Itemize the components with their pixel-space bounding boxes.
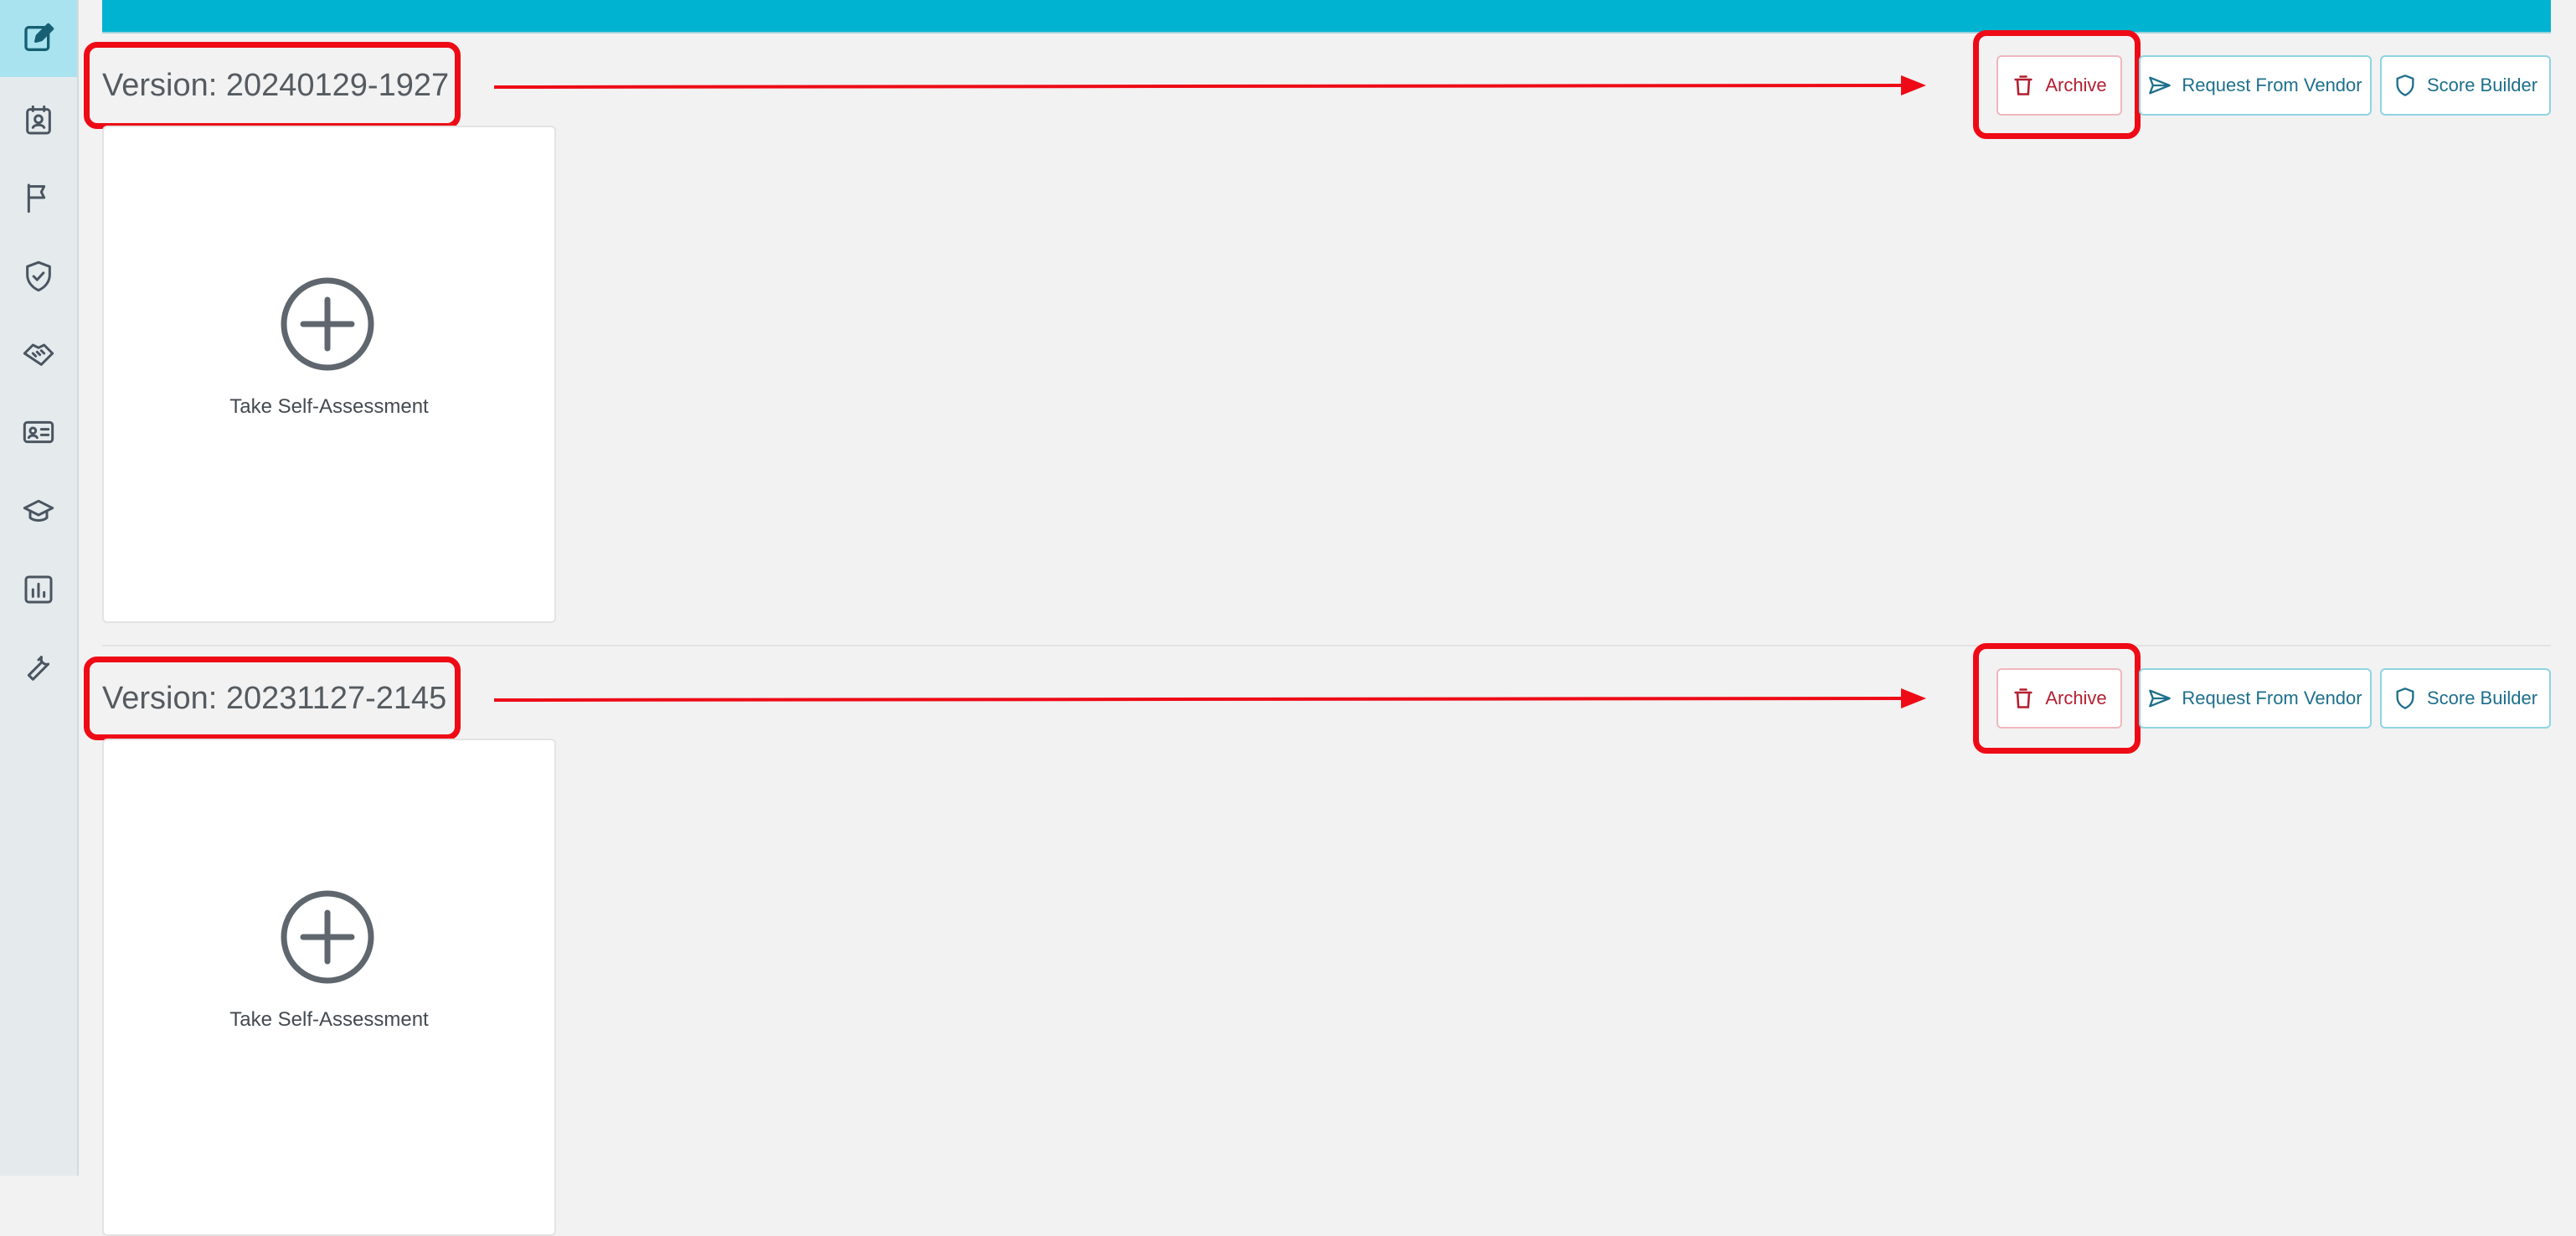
request-from-vendor-label: Request From Vendor <box>2182 688 2362 708</box>
request-from-vendor-button[interactable]: Request From Vendor <box>2139 55 2372 116</box>
id-card-icon <box>23 420 54 444</box>
sidebar-item-edit[interactable] <box>0 0 77 77</box>
sidebar-item-tools[interactable] <box>0 630 77 707</box>
sidebar-item-reports[interactable] <box>0 551 77 628</box>
handshake-icon <box>23 343 54 366</box>
contact-card-icon <box>26 105 51 135</box>
shield-icon <box>2396 688 2414 709</box>
take-self-assessment-card[interactable]: Take Self-Assessment <box>102 739 556 1236</box>
request-from-vendor-button[interactable]: Request From Vendor <box>2139 668 2372 729</box>
sidebar-item-flags[interactable] <box>0 159 77 236</box>
score-builder-button[interactable]: Score Builder <box>2380 55 2551 116</box>
score-builder-button[interactable]: Score Builder <box>2380 668 2551 729</box>
edit-icon <box>24 23 54 51</box>
sidebar <box>0 0 79 1176</box>
sidebar-item-training[interactable] <box>0 472 77 549</box>
shield-check-icon <box>26 260 51 292</box>
wrench-icon <box>27 656 50 681</box>
card-label: Take Self-Assessment <box>229 395 429 418</box>
archive-button[interactable]: Archive <box>1996 55 2122 116</box>
trash-icon <box>2014 688 2032 708</box>
archive-button[interactable]: Archive <box>1996 668 2122 729</box>
archive-button-label: Archive <box>2045 75 2107 95</box>
sidebar-item-security[interactable] <box>0 238 77 315</box>
send-icon <box>2149 689 2172 708</box>
archive-button-label: Archive <box>2045 688 2107 708</box>
trash-icon <box>2014 75 2032 95</box>
take-self-assessment-card[interactable]: Take Self-Assessment <box>102 126 556 623</box>
bar-chart-icon <box>24 575 53 604</box>
score-builder-label: Score Builder <box>2426 688 2538 708</box>
card-label: Take Self-Assessment <box>229 1008 429 1031</box>
section-divider <box>102 645 2551 646</box>
annotation-arrow <box>493 688 1926 708</box>
plus-circle-icon <box>281 890 374 984</box>
plus-circle-icon <box>281 277 374 371</box>
send-icon <box>2149 76 2172 95</box>
top-banner <box>102 0 2551 33</box>
score-builder-label: Score Builder <box>2426 75 2538 95</box>
sidebar-item-profiles[interactable] <box>0 394 77 471</box>
version-title: Version: 20240129-1927 <box>102 68 450 103</box>
graduation-cap-icon <box>23 499 54 522</box>
sidebar-item-partners[interactable] <box>0 315 77 392</box>
shield-icon <box>2396 75 2414 96</box>
request-from-vendor-label: Request From Vendor <box>2182 75 2362 95</box>
sidebar-item-contacts[interactable] <box>0 82 77 159</box>
annotation-arrow <box>493 75 1926 95</box>
version-title: Version: 20231127-2145 <box>102 681 447 716</box>
flag-icon <box>27 183 46 214</box>
